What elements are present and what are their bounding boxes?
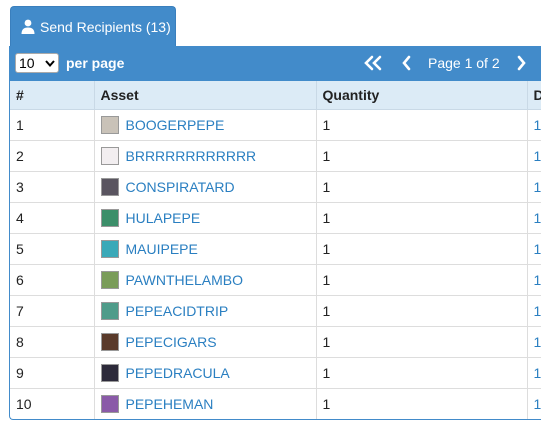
d-cell-link[interactable]: 1 — [527, 171, 541, 203]
chevron-right-icon — [517, 55, 526, 71]
asset-thumbnail-icon[interactable] — [100, 301, 119, 320]
asset-cell: PAWNTHELAMBO — [94, 264, 317, 296]
d-cell-link[interactable]: 1 — [527, 326, 541, 358]
asset-cell: BRRRRRRRRRRRR — [94, 140, 317, 172]
asset-thumbnail-icon[interactable] — [100, 239, 119, 258]
row-number: 4 — [10, 202, 95, 234]
per-page-value: 10 — [19, 55, 35, 71]
table-row: 4 HULAPEPE 1 1 — [10, 202, 541, 234]
asset-link[interactable]: BOOGERPEPE — [126, 117, 225, 133]
asset-thumbnail-icon[interactable] — [100, 332, 119, 351]
double-chevron-left-icon — [364, 55, 382, 71]
table-row: 7 PEPEACIDTRIP 1 1 — [10, 295, 541, 327]
user-icon — [21, 19, 35, 34]
chevron-left-icon — [402, 55, 411, 71]
quantity-cell: 1 — [316, 295, 528, 327]
quantity-cell: 1 — [316, 202, 528, 234]
quantity-cell: 1 — [316, 326, 528, 358]
next-page-button[interactable] — [515, 55, 527, 74]
first-page-button[interactable] — [364, 55, 384, 74]
row-number: 3 — [10, 171, 95, 203]
row-number: 6 — [10, 264, 95, 296]
d-cell-link[interactable]: 1 — [527, 140, 541, 172]
tab-label: Send Recipients (13) — [40, 18, 171, 35]
column-header-asset[interactable]: Asset — [94, 81, 317, 110]
asset-cell: PEPEDRACULA — [94, 357, 317, 389]
table-row: 8 PEPECIGARS 1 1 — [10, 326, 541, 358]
page-indicator: Page 1 of 2 — [428, 55, 500, 71]
table-row: 1 BOOGERPEPE 1 1 — [10, 109, 541, 141]
asset-cell: MAUIPEPE — [94, 233, 317, 265]
asset-thumbnail-icon[interactable] — [100, 394, 119, 413]
asset-link[interactable]: CONSPIRATARD — [126, 179, 235, 195]
row-number: 2 — [10, 140, 95, 172]
column-header-quantity[interactable]: Quantity — [316, 81, 528, 110]
asset-link[interactable]: BRRRRRRRRRRRR — [126, 148, 257, 164]
table-row: 5 MAUIPEPE 1 1 — [10, 233, 541, 265]
quantity-cell: 1 — [316, 171, 528, 203]
asset-thumbnail-icon[interactable] — [100, 115, 119, 134]
row-number: 9 — [10, 357, 95, 389]
asset-link[interactable]: HULAPEPE — [126, 210, 201, 226]
asset-link[interactable]: PEPEDRACULA — [126, 365, 230, 381]
asset-thumbnail-icon[interactable] — [100, 146, 119, 165]
asset-thumbnail-icon[interactable] — [100, 363, 119, 382]
asset-link[interactable]: PAWNTHELAMBO — [126, 272, 243, 288]
per-page-select[interactable]: 10 — [15, 53, 59, 73]
table-row: 3 CONSPIRATARD 1 1 — [10, 171, 541, 203]
asset-thumbnail-icon[interactable] — [100, 208, 119, 227]
quantity-cell: 1 — [316, 357, 528, 389]
table-row: 6 PAWNTHELAMBO 1 1 — [10, 264, 541, 296]
asset-link[interactable]: PEPEACIDTRIP — [126, 303, 229, 319]
row-number: 7 — [10, 295, 95, 327]
asset-link[interactable]: PEPECIGARS — [126, 334, 217, 350]
row-number: 5 — [10, 233, 95, 265]
d-cell-link[interactable]: 1 — [527, 388, 541, 419]
asset-link[interactable]: MAUIPEPE — [126, 241, 198, 257]
table-row: 2 BRRRRRRRRRRRR 1 1 — [10, 140, 541, 172]
quantity-cell: 1 — [316, 388, 528, 419]
pagination-toolbar: 10 per page Page 1 of 2 — [10, 47, 541, 81]
quantity-cell: 1 — [316, 140, 528, 172]
recipients-panel: 10 per page Page 1 of 2 # Asset Quantity… — [9, 46, 541, 420]
row-number: 10 — [10, 388, 95, 419]
row-number: 8 — [10, 326, 95, 358]
table-row: 10 PEPEHEMAN 1 1 — [10, 388, 541, 419]
chevron-down-icon — [45, 60, 55, 68]
table-row: 9 PEPEDRACULA 1 1 — [10, 357, 541, 389]
asset-cell: PEPEHEMAN — [94, 388, 317, 419]
asset-thumbnail-icon[interactable] — [100, 177, 119, 196]
d-cell-link[interactable]: 1 — [527, 202, 541, 234]
quantity-cell: 1 — [316, 109, 528, 141]
asset-thumbnail-icon[interactable] — [100, 270, 119, 289]
quantity-cell: 1 — [316, 233, 528, 265]
quantity-cell: 1 — [316, 264, 528, 296]
d-cell-link[interactable]: 1 — [527, 295, 541, 327]
recipients-table: # Asset Quantity D 1BOOGERPEPE112BRRRRRR… — [10, 81, 541, 419]
tab-send-recipients[interactable]: Send Recipients (13) — [10, 6, 176, 46]
column-header-d[interactable]: D — [527, 81, 541, 110]
column-header-number[interactable]: # — [10, 81, 95, 110]
d-cell-link[interactable]: 1 — [527, 233, 541, 265]
d-cell-link[interactable]: 1 — [527, 357, 541, 389]
d-cell-link[interactable]: 1 — [527, 264, 541, 296]
asset-cell: BOOGERPEPE — [94, 109, 317, 141]
asset-cell: PEPEACIDTRIP — [94, 295, 317, 327]
previous-page-button[interactable] — [401, 55, 413, 74]
asset-cell: CONSPIRATARD — [94, 171, 317, 203]
per-page-label: per page — [66, 55, 125, 71]
d-cell-link[interactable]: 1 — [527, 109, 541, 141]
row-number: 1 — [10, 109, 95, 141]
asset-cell: HULAPEPE — [94, 202, 317, 234]
table-header-row: # Asset Quantity D — [10, 81, 541, 110]
asset-cell: PEPECIGARS — [94, 326, 317, 358]
asset-link[interactable]: PEPEHEMAN — [126, 396, 214, 412]
